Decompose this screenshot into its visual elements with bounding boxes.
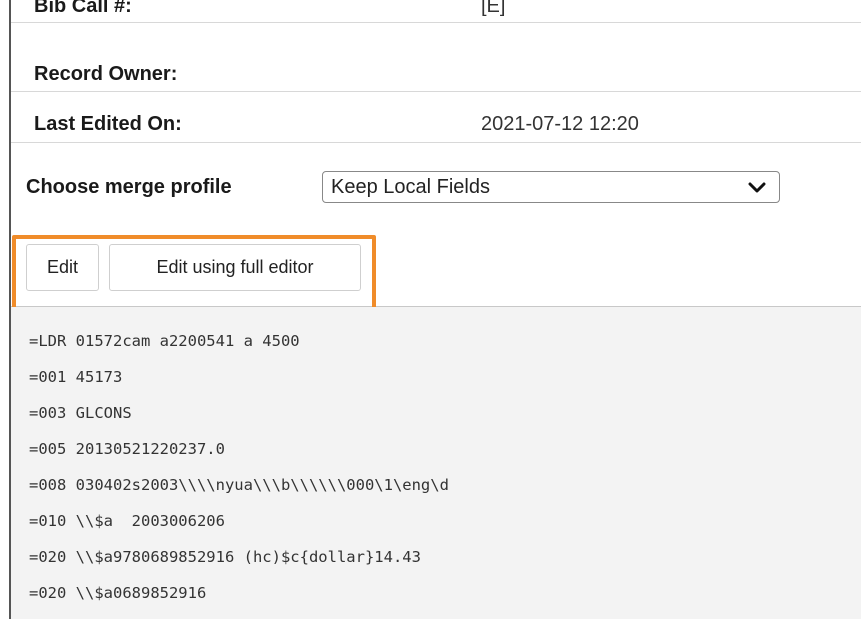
record-owner-label: Record Owner: bbox=[34, 63, 178, 85]
bib-call-value: [E] bbox=[481, 0, 506, 17]
bib-call-label: Bib Call #: bbox=[34, 0, 132, 17]
last-edited-value: 2021-07-12 12:20 bbox=[481, 113, 639, 135]
chevron-down-icon bbox=[748, 182, 766, 193]
merge-profile-selected-value: Keep Local Fields bbox=[331, 176, 490, 198]
marc-line: =001 45173 bbox=[29, 368, 123, 386]
marc-line: =003 GLCONS bbox=[29, 404, 132, 422]
marc-record-view: =LDR 01572cam a2200541 a 4500 =001 45173… bbox=[11, 307, 861, 619]
marc-line: =010 \\$a 2003006206 bbox=[29, 512, 225, 530]
info-row-record-owner: Record Owner: bbox=[11, 53, 861, 92]
marc-line: =020 \\$a0689852916 bbox=[29, 584, 207, 602]
marc-line: =020 \\$a9780689852916 (hc)$c{dollar}14.… bbox=[29, 548, 421, 566]
last-edited-label: Last Edited On: bbox=[34, 113, 182, 135]
info-row-last-edited: Last Edited On: 2021-07-12 12:20 bbox=[11, 104, 861, 143]
edit-button[interactable]: Edit bbox=[26, 244, 99, 291]
merge-profile-select[interactable]: Keep Local Fields bbox=[322, 171, 780, 203]
edit-toolbar: Edit Edit using full editor bbox=[11, 234, 861, 317]
marc-line: =008 030402s2003\\\\nyua\\\b\\\\\\000\1\… bbox=[29, 476, 449, 494]
marc-line: =005 20130521220237.0 bbox=[29, 440, 225, 458]
info-row-bib-call: Bib Call #: [E] bbox=[11, 0, 861, 23]
marc-line: =LDR 01572cam a2200541 a 4500 bbox=[29, 332, 300, 350]
edit-full-editor-button[interactable]: Edit using full editor bbox=[109, 244, 361, 291]
merge-profile-label: Choose merge profile bbox=[26, 176, 232, 198]
